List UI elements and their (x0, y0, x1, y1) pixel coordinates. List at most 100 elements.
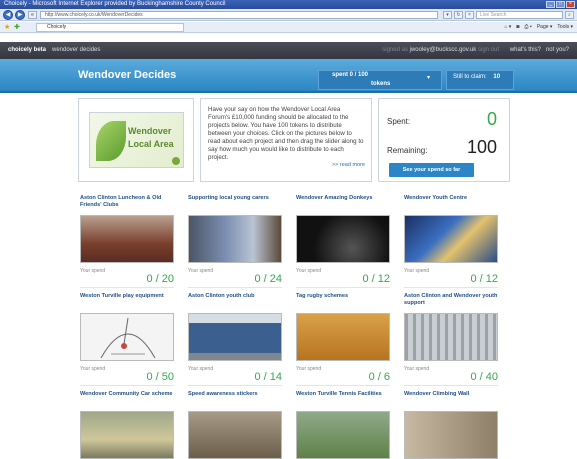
leaf-icon (96, 121, 126, 161)
project-card[interactable]: Aston Clinton Luncheon & Old Friends' Cl… (77, 195, 177, 293)
your-spend-label: Your spend (188, 366, 214, 372)
minimize-button[interactable]: _ (546, 1, 555, 8)
project-card[interactable]: Speed awareness stickers (185, 391, 285, 459)
print-icon[interactable]: ⎙ ▾ (524, 24, 532, 31)
site-top-bar: choicely beta wendover decides signed as… (0, 42, 577, 59)
card-divider (404, 287, 498, 288)
project-spend-value: 0 / 6 (368, 371, 390, 383)
whats-this-link[interactable]: what's this? (510, 47, 541, 53)
tab-label: Choicely (47, 24, 67, 30)
dropdown-icon[interactable]: ▾ (443, 11, 452, 19)
home-icon[interactable]: ⌂ ▾ (504, 24, 511, 31)
project-title[interactable]: Weston Turville Tennis Facilities (296, 391, 392, 398)
user-line: signed as jwooley@buckscc.gov.uk sign ou… (382, 47, 499, 53)
project-card[interactable]: Wendover Amazing Donkeys Your spend 0 / … (293, 195, 393, 293)
wendover-local-area-logo: Wendover Local Area (89, 112, 184, 168)
window-title: Choicely - Microsoft Internet Explorer p… (4, 1, 226, 7)
close-button[interactable]: × (566, 1, 575, 8)
remaining-value: 100 (466, 137, 497, 157)
command-bar: ⌂ ▾ ◙ ⎙ ▾ Page ▾ Tools ▾ (504, 24, 573, 31)
site-link-wendover-decides[interactable]: wendover decides (52, 47, 100, 53)
project-card[interactable]: Wendover Youth Centre Your spend 0 / 12 (401, 195, 501, 293)
project-card[interactable]: Wendover Climbing Wall (401, 391, 501, 459)
project-title[interactable]: Wendover Youth Centre (404, 195, 500, 202)
refresh-icon[interactable]: ↻ (454, 11, 463, 19)
project-card[interactable]: Supporting local young carers Your spend… (185, 195, 285, 293)
project-photo[interactable] (296, 215, 390, 263)
address-input[interactable]: http://www.choicely.co.uk/WendoverDecide… (40, 11, 438, 19)
project-title[interactable]: Aston Clinton Luncheon & Old Friends' Cl… (80, 195, 176, 209)
project-photo[interactable] (80, 215, 174, 263)
project-photo[interactable] (80, 411, 174, 459)
logo-word-2: Local Area (128, 139, 174, 149)
project-photo[interactable] (404, 411, 498, 459)
project-photo[interactable] (404, 313, 498, 361)
spent-tokens-label: spent 0 / 100 (332, 72, 369, 78)
project-title[interactable]: Supporting local young carers (188, 195, 284, 202)
tab-bar: ★ ✚ Choicely ⌂ ▾ ◙ ⎙ ▾ Page ▾ Tools ▾ (0, 22, 577, 33)
project-spend-value: 0 / 24 (254, 273, 282, 285)
intro-text-panel: Have your say on how the Wendover Local … (200, 98, 372, 182)
project-spend-value: 0 / 12 (470, 273, 498, 285)
page-header: Wendover Decides spent 0 / 100 tokens ▾ … (0, 59, 577, 93)
project-photo[interactable] (80, 313, 174, 361)
your-spend-label: Your spend (296, 268, 322, 274)
project-title[interactable]: Wendover Amazing Donkeys (296, 195, 392, 202)
window-title-bar: Choicely - Microsoft Internet Explorer p… (0, 0, 577, 9)
project-title[interactable]: Tag rugby schemes (296, 293, 392, 300)
play-equipment-sketch (100, 317, 156, 359)
spent-tokens-box[interactable]: spent 0 / 100 tokens ▾ (318, 70, 442, 90)
project-title[interactable]: Aston Clinton and Wendover youth support (404, 293, 500, 307)
project-title[interactable]: Wendover Community Car scheme (80, 391, 176, 398)
tools-menu[interactable]: Tools ▾ (557, 24, 573, 31)
back-arrow-icon[interactable]: ◀ (3, 10, 13, 20)
project-title[interactable]: Speed awareness stickers (188, 391, 284, 398)
card-divider (188, 287, 282, 288)
spent-value: 0 (486, 109, 497, 129)
address-bar-row: ◀ ▶ e http://www.choicely.co.uk/Wendover… (0, 9, 577, 21)
page-icon: e (28, 11, 37, 19)
project-photo[interactable] (188, 313, 282, 361)
project-card[interactable]: Tag rugby schemes Your spend 0 / 6 (293, 293, 393, 391)
feeds-icon[interactable]: ◙ (516, 24, 519, 31)
maximize-button[interactable]: □ (556, 1, 565, 8)
project-photo[interactable] (404, 215, 498, 263)
search-input[interactable]: Live Search (476, 11, 563, 19)
card-divider (296, 287, 390, 288)
add-favorite-icon[interactable]: ✚ (14, 24, 20, 31)
see-spend-button[interactable]: See your spend so far (389, 163, 474, 177)
forward-arrow-icon[interactable]: ▶ (15, 10, 25, 20)
project-card[interactable]: Aston Clinton and Wendover youth support… (401, 293, 501, 391)
project-photo[interactable] (296, 313, 390, 361)
card-divider (80, 385, 174, 386)
read-more-link[interactable]: >> read more (332, 161, 365, 169)
project-title[interactable]: Wendover Climbing Wall (404, 391, 500, 398)
search-icon[interactable]: ⌕ (565, 11, 574, 19)
your-spend-label: Your spend (80, 366, 106, 372)
favorites-star-icon[interactable]: ★ (4, 24, 10, 31)
project-spend-value: 0 / 40 (470, 371, 498, 383)
project-spend-value: 0 / 20 (146, 273, 174, 285)
page-menu[interactable]: Page ▾ (537, 24, 553, 31)
site-logo[interactable]: choicely beta (8, 47, 46, 53)
budget-panel: Spent: 0 Remaining: 100 See your spend s… (378, 98, 510, 182)
not-you-link[interactable]: not you? (546, 47, 569, 53)
help-links: what's this? not you? (510, 47, 569, 53)
wendover-logo-panel: Wendover Local Area (78, 98, 194, 182)
project-photo[interactable] (296, 411, 390, 459)
project-card[interactable]: Wendover Community Car scheme (77, 391, 177, 459)
project-photo[interactable] (188, 215, 282, 263)
still-to-claim-box[interactable]: Still to claim: 10 (446, 70, 514, 90)
tab-choicely[interactable]: Choicely (36, 23, 184, 32)
project-photo[interactable] (188, 411, 282, 459)
project-title[interactable]: Aston Clinton youth club (188, 293, 284, 300)
still-to-claim-value: 10 (493, 74, 501, 80)
stop-icon[interactable]: × (465, 11, 474, 19)
sign-out-link[interactable]: sign out (478, 47, 499, 53)
logo-word-1: Wendover (128, 126, 172, 136)
project-card[interactable]: Weston Turville play equipment Your spen… (77, 293, 177, 391)
card-divider (188, 385, 282, 386)
project-title[interactable]: Weston Turville play equipment (80, 293, 176, 300)
project-card[interactable]: Aston Clinton youth club Your spend 0 / … (185, 293, 285, 391)
project-card[interactable]: Weston Turville Tennis Facilities (293, 391, 393, 459)
